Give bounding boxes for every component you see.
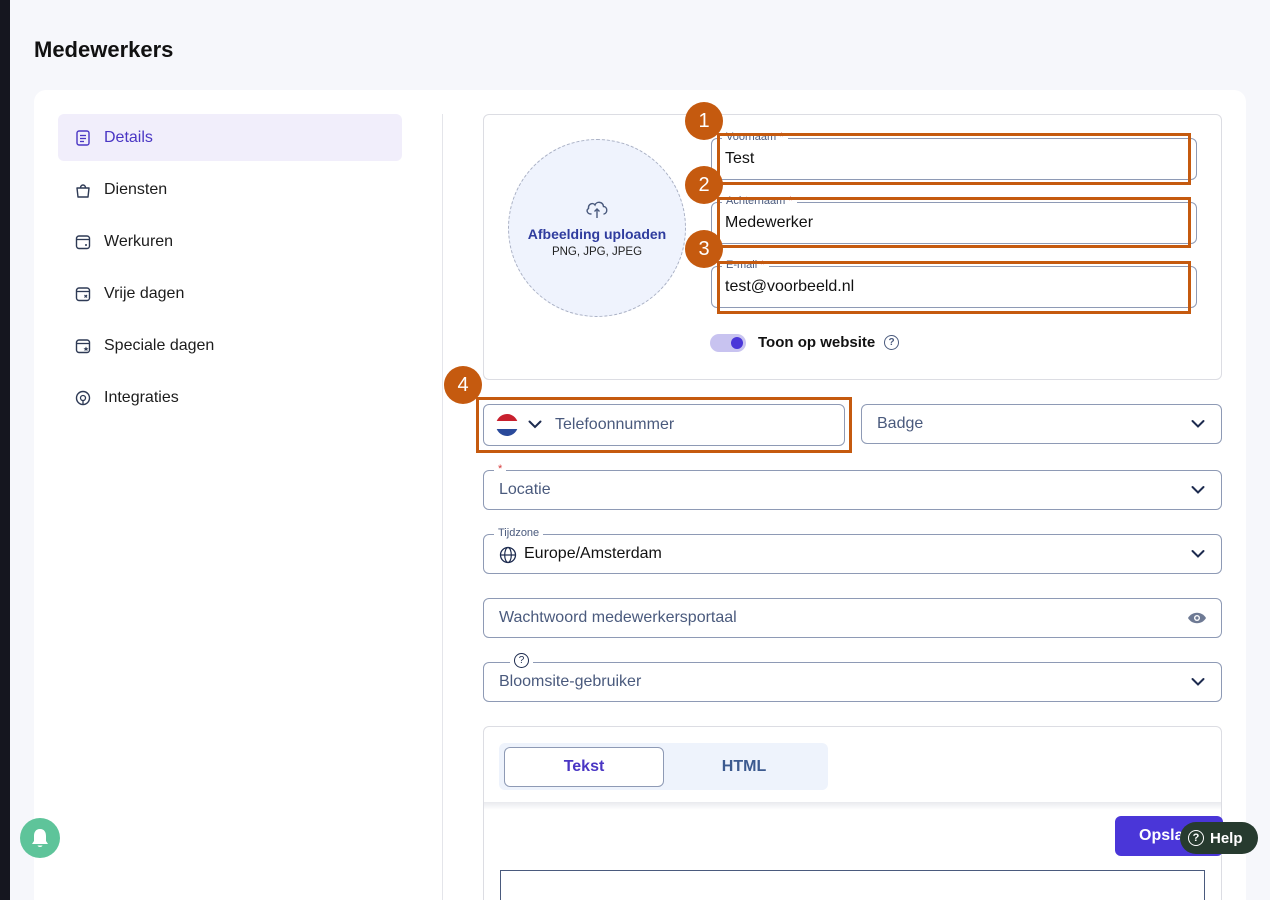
- document-icon: [74, 129, 92, 147]
- annotation-marker-4: 4: [444, 366, 482, 404]
- sidebar-item-diensten[interactable]: Diensten: [58, 166, 402, 213]
- notification-bell-button[interactable]: [20, 818, 60, 858]
- bloomsite-user-placeholder: Bloomsite-gebruiker: [499, 673, 642, 690]
- email-field[interactable]: E-mail * test@voorbeeld.nl: [711, 259, 1197, 308]
- sidebar-item-label: Speciale dagen: [104, 336, 215, 354]
- first-name-label: Voornaam *: [722, 131, 788, 143]
- chevron-down-icon: [1191, 550, 1205, 558]
- bag-icon: [74, 181, 92, 199]
- tab-tekst[interactable]: Tekst: [504, 747, 664, 787]
- annotation-marker-1: 1: [685, 102, 723, 140]
- help-circle-icon[interactable]: ?: [884, 335, 899, 350]
- first-name-value: Test: [725, 150, 755, 167]
- chevron-down-icon[interactable]: [528, 420, 542, 429]
- password-placeholder: Wachtwoord medewerkersportaal: [499, 609, 737, 626]
- vertical-divider: [442, 114, 443, 900]
- location-required: *: [494, 463, 507, 475]
- first-name-field[interactable]: Voornaam * Test: [711, 131, 1197, 180]
- last-name-label: Achternaam *: [722, 195, 797, 207]
- password-field[interactable]: Wachtwoord medewerkersportaal: [483, 598, 1222, 638]
- help-circle-icon[interactable]: ?: [510, 653, 533, 668]
- calendar-icon: [74, 233, 92, 251]
- timezone-select[interactable]: Tijdzone Europe/Amsterdam: [483, 527, 1222, 574]
- bloomsite-user-select[interactable]: ? Bloomsite-gebruiker: [483, 653, 1222, 702]
- sidebar-item-werkuren[interactable]: Werkuren: [58, 218, 402, 265]
- annotation-marker-3: 3: [685, 230, 723, 268]
- sidebar-item-details[interactable]: Details: [58, 114, 402, 161]
- calendar-star-icon: [74, 337, 92, 355]
- upload-formats: PNG, JPG, JPEG: [551, 246, 643, 258]
- sidebar-item-label: Diensten: [104, 180, 168, 198]
- badge-select[interactable]: Badge: [861, 404, 1222, 444]
- help-label: Help: [1210, 829, 1243, 847]
- sidebar-item-label: Werkuren: [104, 232, 174, 250]
- help-button[interactable]: ? Help: [1180, 822, 1258, 854]
- phone-placeholder: Telefoonnummer: [555, 416, 675, 433]
- globe-icon: [499, 546, 517, 564]
- chevron-down-icon: [1191, 486, 1205, 494]
- sidebar-item-label: Integraties: [104, 388, 179, 406]
- tab-html[interactable]: HTML: [664, 747, 824, 787]
- sidebar-item-integraties[interactable]: Integraties: [58, 374, 402, 421]
- netherlands-flag-icon[interactable]: [496, 414, 518, 436]
- image-upload-dropzone[interactable]: Afbeelding uploaden PNG, JPG, JPEG: [508, 139, 686, 317]
- upload-title: Afbeelding uploaden: [527, 226, 667, 242]
- sidebar-item-label: Vrije dagen: [104, 284, 185, 302]
- toggle-knob: [731, 337, 743, 349]
- show-on-website-toggle[interactable]: [710, 334, 746, 352]
- timezone-label: Tijdzone: [494, 527, 544, 539]
- integration-icon: [74, 389, 92, 407]
- sidebar-item-vrije-dagen[interactable]: Vrije dagen: [58, 270, 402, 317]
- email-label: E-mail *: [722, 259, 769, 271]
- show-on-website-label: Toon op website: [758, 334, 876, 351]
- page-title: Medewerkers: [34, 37, 174, 62]
- app-edge: [0, 0, 10, 900]
- cloud-upload-icon: [586, 201, 608, 218]
- sidebar-item-speciale-dagen[interactable]: Speciale dagen: [58, 322, 402, 369]
- bell-icon: [32, 829, 48, 847]
- sidebar-item-label: Details: [104, 128, 153, 146]
- annotation-marker-2: 2: [685, 166, 723, 204]
- editor-text-area[interactable]: [500, 870, 1205, 900]
- chevron-down-icon: [1191, 420, 1205, 428]
- email-value: test@voorbeeld.nl: [725, 278, 855, 295]
- help-circle-icon: ?: [1188, 830, 1204, 846]
- badge-placeholder: Badge: [877, 415, 924, 432]
- calendar-x-icon: [74, 285, 92, 303]
- location-select[interactable]: * Locatie: [483, 463, 1222, 510]
- editor-divider: [484, 802, 1221, 810]
- timezone-value: Europe/Amsterdam: [524, 545, 662, 562]
- location-placeholder: Locatie: [499, 481, 551, 498]
- chevron-down-icon: [1191, 678, 1205, 686]
- last-name-field[interactable]: Achternaam * Medewerker: [711, 195, 1197, 244]
- last-name-value: Medewerker: [725, 214, 814, 231]
- eye-icon[interactable]: [1187, 611, 1207, 625]
